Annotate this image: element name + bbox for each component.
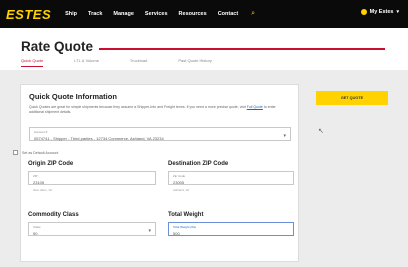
commodity-class-value: 50 <box>33 230 38 236</box>
nav-resources[interactable]: Resources <box>179 11 207 17</box>
account-label: Account # <box>34 130 48 134</box>
page-title: Rate Quote <box>21 39 94 54</box>
estes-logo[interactable]: ESTES <box>6 7 51 22</box>
account-select[interactable]: Account # 0574741 - Shipper - Third part… <box>29 127 291 141</box>
commodity-class-heading: Commodity Class <box>28 212 79 218</box>
top-navigation-bar: ESTES Ship Track Manage Services Resourc… <box>0 0 408 28</box>
total-weight-value: 500 <box>173 230 180 236</box>
tab-past-quote-history[interactable]: Past Quote History <box>178 58 212 67</box>
commodity-class-select[interactable]: Class 50 ▾ <box>28 222 156 236</box>
quote-tabs: Quick Quote LTL & Volume Truckload Past … <box>21 58 243 67</box>
default-account-checkbox-row[interactable]: Set as Default Account <box>13 150 58 155</box>
nav-manage[interactable]: Manage <box>113 11 133 17</box>
nav-services[interactable]: Services <box>145 11 168 17</box>
destination-zip-value: 23005 <box>173 179 185 185</box>
user-icon <box>360 9 367 15</box>
default-account-label: Set as Default Account <box>22 150 59 155</box>
origin-zip-input[interactable]: ZIP 23105 <box>28 171 156 185</box>
tab-truckload[interactable]: Truckload <box>130 58 147 67</box>
total-weight-heading: Total Weight <box>168 212 204 218</box>
origin-zip-heading: Origin ZIP Code <box>28 161 74 167</box>
user-menu-label: My Estes <box>369 9 394 15</box>
full-quote-link[interactable]: Full Quote <box>247 105 263 109</box>
mouse-cursor-icon: ↖ <box>318 128 324 135</box>
destination-zip-label: Zip Code <box>173 174 186 178</box>
default-account-checkbox[interactable] <box>13 150 18 155</box>
account-value: 0574741 - Shipper - Third parties - 1273… <box>34 135 164 141</box>
tab-quick-quote[interactable]: Quick Quote <box>21 58 44 67</box>
origin-zip-value: 23105 <box>33 179 45 185</box>
total-weight-input[interactable]: Total Weight (lbs) 500 <box>168 222 294 236</box>
destination-city-hint: Ashland, VA <box>173 188 190 192</box>
card-title: Quick Quote Information <box>29 92 117 101</box>
chevron-down-icon: ▾ <box>148 228 151 234</box>
nav-track[interactable]: Track <box>88 11 102 17</box>
chevron-down-icon: ▾ <box>283 133 286 139</box>
origin-zip-label: ZIP <box>33 174 38 178</box>
total-weight-label: Total Weight (lbs) <box>173 225 197 229</box>
get-quote-button[interactable]: GET QUOTE <box>316 91 388 105</box>
chevron-down-icon: ▾ <box>396 9 399 15</box>
card-description: Quick Quotes are great for simple shipme… <box>29 105 291 115</box>
user-menu[interactable]: My Estes ▾ <box>360 9 399 15</box>
origin-city-hint: Glen Allen, VA <box>33 188 53 192</box>
destination-zip-heading: Destination ZIP Code <box>168 161 229 167</box>
description-text: Quick Quotes are great for simple shipme… <box>29 105 246 109</box>
title-divider <box>99 48 385 50</box>
destination-zip-input[interactable]: Zip Code 23005 <box>168 171 294 185</box>
nav-contact[interactable]: Contact <box>218 11 238 17</box>
search-icon[interactable]: ⌕ <box>251 10 255 18</box>
commodity-class-label: Class <box>33 225 41 229</box>
nav-ship[interactable]: Ship <box>65 11 77 17</box>
tab-ltl-volume[interactable]: LTL & Volume <box>74 58 99 67</box>
